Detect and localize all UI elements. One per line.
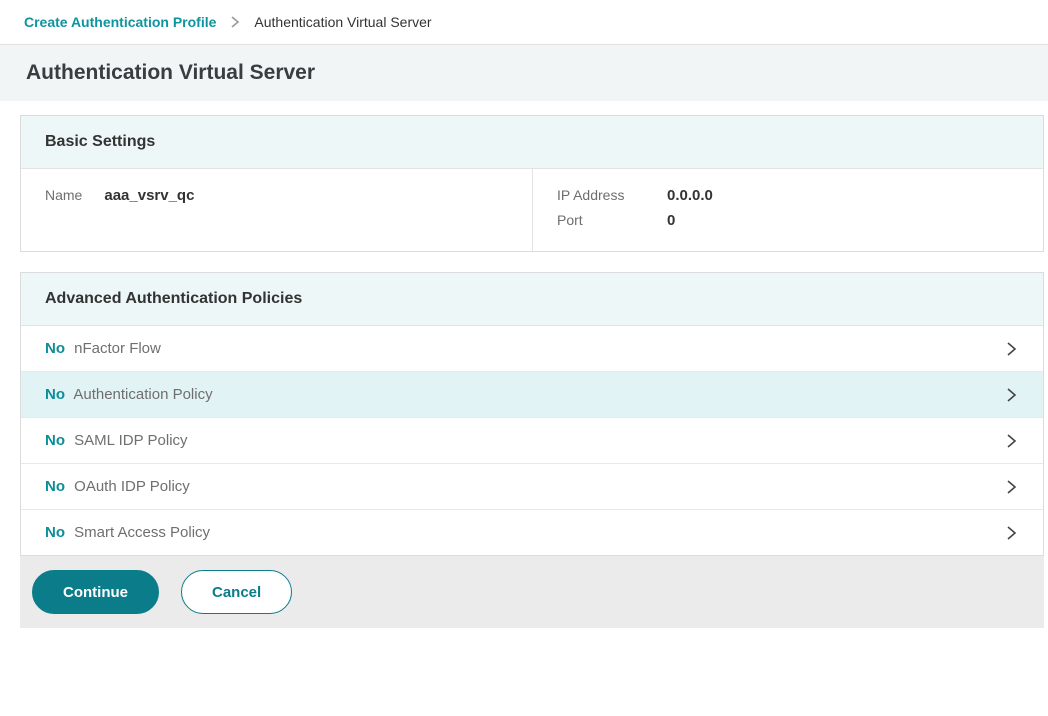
policy-count: No (45, 340, 65, 357)
advanced-authentication-policies-card: Advanced Authentication Policies No nFac… (20, 272, 1044, 556)
advanced-policies-title: Advanced Authentication Policies (45, 290, 302, 307)
policy-row-nfactor-flow[interactable]: No nFactor Flow (21, 326, 1043, 372)
policy-label: SAML IDP Policy (74, 432, 187, 449)
policy-count: No (45, 386, 65, 403)
breadcrumb: Create Authentication Profile Authentica… (0, 0, 1048, 45)
policy-row-text: No OAuth IDP Policy (45, 478, 190, 495)
ip-address-label: IP Address (557, 187, 649, 203)
basic-settings-network-column: IP Address 0.0.0.0 Port 0 (532, 169, 1043, 251)
policy-row-text: No Authentication Policy (45, 386, 213, 403)
port-label: Port (557, 212, 649, 228)
policy-label: nFactor Flow (74, 340, 161, 357)
chevron-right-icon[interactable] (1001, 387, 1021, 403)
breadcrumb-separator-icon (230, 15, 240, 29)
page-title-bar: Authentication Virtual Server (0, 45, 1048, 101)
basic-settings-title: Basic Settings (45, 133, 155, 150)
policy-count: No (45, 432, 65, 449)
name-label: Name (45, 187, 82, 203)
name-value: aaa_vsrv_qc (104, 187, 194, 204)
policy-row-text: No Smart Access Policy (45, 524, 210, 541)
policy-row-text: No SAML IDP Policy (45, 432, 188, 449)
chevron-right-icon[interactable] (1001, 525, 1021, 541)
continue-button[interactable]: Continue (32, 570, 159, 614)
port-value: 0 (667, 212, 1019, 229)
breadcrumb-current-page: Authentication Virtual Server (254, 14, 431, 30)
chevron-right-icon[interactable] (1001, 433, 1021, 449)
basic-settings-name-column: Name aaa_vsrv_qc (21, 169, 532, 251)
advanced-policies-header: Advanced Authentication Policies (21, 273, 1043, 326)
basic-settings-body: Name aaa_vsrv_qc IP Address 0.0.0.0 Port… (21, 169, 1043, 251)
policy-row-authentication-policy[interactable]: No Authentication Policy (21, 372, 1043, 418)
policy-label: Authentication Policy (73, 386, 212, 403)
policy-row-text: No nFactor Flow (45, 340, 161, 357)
ip-address-value: 0.0.0.0 (667, 187, 1019, 204)
policy-row-smart-access-policy[interactable]: No Smart Access Policy (21, 510, 1043, 555)
cancel-button[interactable]: Cancel (181, 570, 292, 614)
policy-count: No (45, 478, 65, 495)
chevron-right-icon[interactable] (1001, 479, 1021, 495)
policy-label: OAuth IDP Policy (74, 478, 190, 495)
basic-settings-card: Basic Settings Name aaa_vsrv_qc IP Addre… (20, 115, 1044, 252)
policy-row-saml-idp-policy[interactable]: No SAML IDP Policy (21, 418, 1043, 464)
policy-row-oauth-idp-policy[interactable]: No OAuth IDP Policy (21, 464, 1043, 510)
basic-settings-header: Basic Settings (21, 116, 1043, 169)
page-title: Authentication Virtual Server (26, 61, 315, 85)
policy-label: Smart Access Policy (74, 524, 210, 541)
policy-count: No (45, 524, 65, 541)
action-bar: Continue Cancel (20, 556, 1044, 628)
chevron-right-icon[interactable] (1001, 341, 1021, 357)
breadcrumb-link-create-authentication-profile[interactable]: Create Authentication Profile (24, 14, 216, 30)
